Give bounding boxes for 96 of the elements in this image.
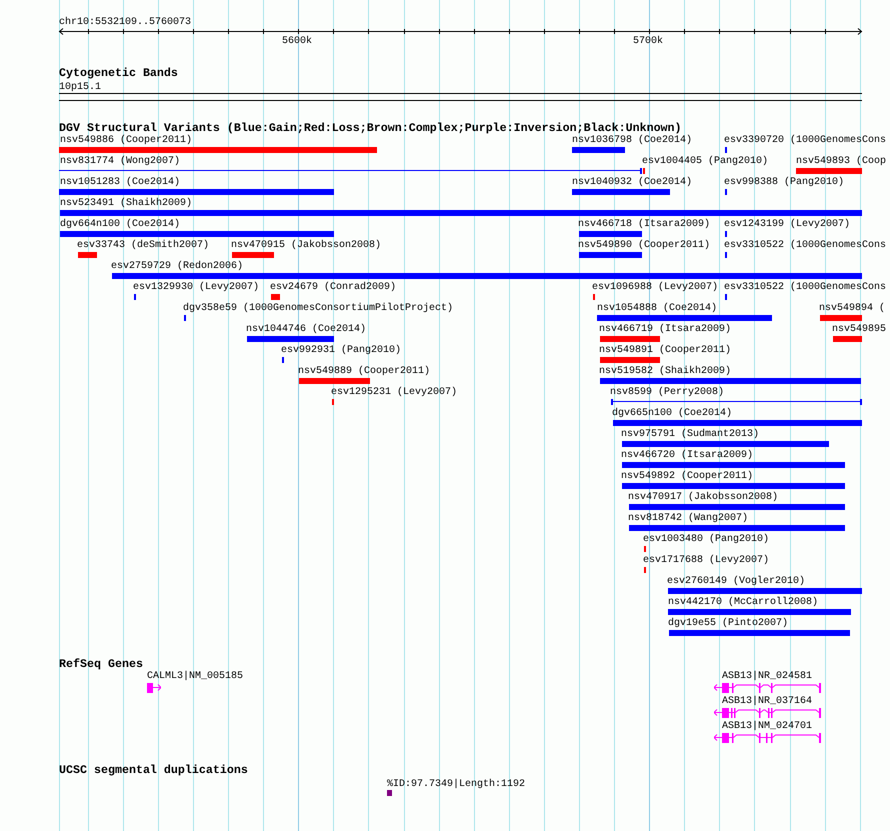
- variant-label: nsv975791 (Sudmant2013): [621, 429, 760, 440]
- variant-label: nsv466719 (Itsara2009): [599, 324, 732, 335]
- variant-label: nsv549894 (: [819, 303, 886, 314]
- variant-label: esv3390720 (1000GenomesCons: [724, 135, 886, 146]
- variant-label: nsv549895: [832, 324, 886, 335]
- variant-bar[interactable]: [232, 252, 274, 258]
- variant-label: esv1329930 (Levy2007): [133, 282, 260, 293]
- variant-bar[interactable]: [60, 210, 862, 216]
- variant-label: nsv1054888 (Coe2014): [597, 303, 718, 314]
- track-title: UCSC segmental duplications: [59, 764, 248, 777]
- variant-label: esv33743 (deSmith2007): [77, 240, 210, 251]
- variant-label: nsv1044746 (Coe2014): [246, 324, 366, 335]
- segdup-block[interactable]: [387, 790, 392, 796]
- variant-label: nsv442170 (McCarroll2008): [668, 597, 818, 608]
- variant-label: esv1003480 (Pang2010): [643, 534, 770, 545]
- variant-bar[interactable]: [669, 630, 850, 636]
- variant-bar[interactable]: [59, 189, 334, 195]
- variant-bar[interactable]: [820, 315, 862, 321]
- variant-bar[interactable]: [622, 462, 845, 468]
- variant-label: dgv19e55 (Pinto2007): [668, 618, 788, 629]
- variant-bar[interactable]: [247, 336, 334, 342]
- cytoband-bar[interactable]: [59, 93, 862, 101]
- variant-bar[interactable]: [600, 357, 660, 363]
- variant-bar[interactable]: [833, 336, 862, 342]
- variant-label: esv3310522 (1000GenomesCons: [724, 240, 886, 251]
- variant-bar[interactable]: [572, 189, 670, 195]
- variant-label: dgv664n100 (Coe2014): [60, 219, 180, 230]
- variant-bar[interactable]: [668, 588, 862, 594]
- variant-label: nsv470915 (Jakobsson2008): [231, 240, 382, 251]
- gene-label: CALML3|NM_005185: [147, 671, 244, 682]
- variant-label: nsv466718 (Itsara2009): [578, 219, 710, 230]
- variant-label: nsv8599 (Perry2008): [610, 387, 724, 398]
- variant-bar[interactable]: [600, 336, 660, 342]
- variant-bar[interactable]: [622, 483, 845, 489]
- variant-label: esv2760149 (Vogler2010): [667, 576, 806, 587]
- variant-label: esv1717688 (Levy2007): [643, 555, 770, 566]
- variant-label: nsv470917 (Jakobsson2008): [628, 492, 778, 503]
- variant-label: nsv549886 (Cooper2011): [60, 135, 192, 146]
- variant-label: dgv358e59 (1000GenomesConsortiumPilotProject): [183, 303, 454, 314]
- variant-label: esv1004405 (Pang2010): [642, 156, 768, 167]
- variant-bar[interactable]: [579, 231, 642, 237]
- variant-bar[interactable]: [579, 252, 642, 258]
- variant-bar[interactable]: [78, 252, 97, 258]
- position-label: chr10:5532109..5760073: [59, 17, 192, 28]
- variant-bar[interactable]: [622, 441, 829, 447]
- variant-label: esv2759729 (Redon2006): [111, 261, 244, 272]
- track-title: DGV Structural Variants (Blue:Gain;Red:Loss;Brown:Complex;Purple:Inversion;Black:Unknown): [59, 122, 682, 135]
- variant-bar[interactable]: [629, 525, 845, 531]
- variant-label: nsv549889 (Cooper2011): [298, 366, 430, 377]
- gene-model-drawing[interactable]: [714, 733, 821, 743]
- variant-bar[interactable]: [597, 315, 772, 321]
- variant-label: esv998388 (Pang2010): [724, 177, 844, 188]
- variant-bar[interactable]: [613, 420, 862, 426]
- variant-label: nsv549890 (Cooper2011): [578, 240, 710, 251]
- variant-label: esv3310522 (1000GenomesCons: [724, 282, 886, 293]
- variant-label: esv24679 (Conrad2009): [270, 282, 396, 293]
- variant-bar[interactable]: [600, 378, 861, 384]
- variant-bar[interactable]: [60, 231, 334, 237]
- variant-label: nsv831774 (Wong2007): [60, 156, 180, 167]
- variant-label: nsv549892 (Cooper2011): [621, 471, 754, 482]
- variant-label: nsv1036798 (Coe2014): [572, 135, 692, 146]
- track-title: Cytogenetic Bands: [59, 67, 178, 80]
- variant-bar[interactable]: [271, 294, 280, 300]
- variant-label: nsv1051283 (Coe2014): [60, 177, 180, 188]
- gene-model-drawing[interactable]: [147, 683, 161, 693]
- segdup-label: %ID:97.7349|Length:1192: [387, 779, 526, 790]
- track-title: RefSeq Genes: [59, 658, 143, 671]
- variant-label: esv1096988 (Levy2007): [592, 282, 718, 293]
- variant-bar[interactable]: [572, 147, 625, 153]
- variant-bar[interactable]: [629, 504, 845, 510]
- variant-label: nsv466720 (Itsara2009): [621, 450, 754, 461]
- variant-label: esv992931 (Pang2010): [281, 345, 402, 356]
- variant-bar[interactable]: [668, 609, 851, 615]
- variant-label: nsv549891 (Cooper2011): [599, 345, 732, 356]
- variant-label: nsv1040932 (Coe2014): [572, 177, 692, 188]
- variant-bar[interactable]: [299, 378, 370, 384]
- variant-bar[interactable]: [796, 168, 862, 174]
- variant-label: esv1295231 (Levy2007): [331, 387, 458, 398]
- variant-line[interactable]: [59, 168, 642, 174]
- band-label: 10p15.1: [59, 82, 102, 93]
- variant-label: nsv549893 (Coop: [796, 156, 886, 167]
- variant-label: esv1243199 (Levy2007): [724, 219, 850, 230]
- gene-model-drawing[interactable]: [714, 708, 821, 718]
- gene-label: ASB13|NM_024701: [722, 721, 812, 732]
- variant-bar[interactable]: [59, 147, 377, 153]
- tick-label: 5700k: [633, 36, 663, 47]
- gene-label: ASB13|NR_024581: [722, 671, 812, 682]
- tick-label: 5600k: [282, 36, 312, 47]
- variant-label: nsv519582 (Shaikh2009): [599, 366, 732, 377]
- variant-label: nsv523491 (Shaikh2009): [60, 198, 192, 209]
- variant-label: nsv818742 (Wang2007): [628, 513, 748, 524]
- variant-line[interactable]: [611, 399, 862, 405]
- variant-bar[interactable]: [112, 273, 862, 279]
- variant-label: dgv665n100 (Coe2014): [612, 408, 732, 419]
- gene-label: ASB13|NR_037164: [722, 696, 812, 707]
- gene-model-drawing[interactable]: [714, 683, 821, 693]
